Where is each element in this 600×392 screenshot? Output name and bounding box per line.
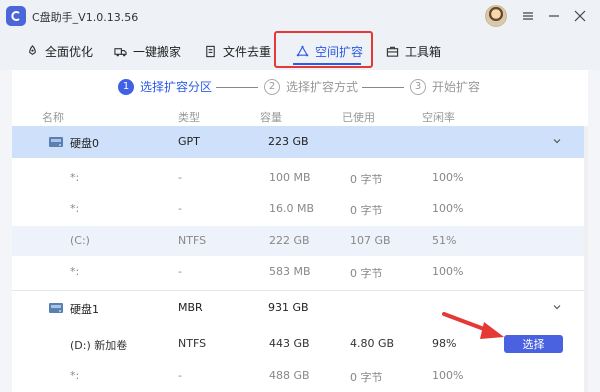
partition-used: 0 字节 xyxy=(350,204,383,217)
disk-row[interactable]: 硬盘0 GPT 223 GB xyxy=(12,126,588,158)
partition-capacity: 488 GB xyxy=(269,369,310,382)
chevron-down-icon[interactable] xyxy=(552,136,562,146)
disk-capacity: 223 GB xyxy=(268,135,309,148)
partition-capacity: 16.0 MB xyxy=(269,202,315,215)
disk-type: MBR xyxy=(178,301,203,314)
step-1-number: 1 xyxy=(118,78,134,95)
partition-type: - xyxy=(178,202,182,215)
partition-name: *: xyxy=(70,171,80,184)
active-tab-indicator xyxy=(293,63,361,65)
partition-capacity: 100 MB xyxy=(269,171,311,184)
title-bar: C盘助手_V1.0.13.56 xyxy=(0,0,600,32)
user-avatar[interactable] xyxy=(485,5,507,27)
partition-row[interactable]: (C:) NTFS 222 GB 107 GB 51% xyxy=(12,226,588,256)
menu-icon[interactable] xyxy=(518,6,538,26)
col-capacity: 容量 xyxy=(260,111,282,124)
partition-name: *: xyxy=(70,369,80,382)
tab-optimize-label: 全面优化 xyxy=(45,44,94,59)
partition-free: 100% xyxy=(432,202,464,215)
partition-used: 4.80 GB xyxy=(350,337,395,350)
step-3-number: 3 xyxy=(410,78,426,95)
partition-free: 100% xyxy=(432,171,464,184)
partition-capacity: 222 GB xyxy=(269,234,310,247)
tab-toolbox[interactable]: 工具箱 xyxy=(386,40,441,62)
partition-type: - xyxy=(178,171,182,184)
partition-type: NTFS xyxy=(178,337,207,350)
tab-expand[interactable]: 空间扩容 xyxy=(296,40,363,62)
disk-name: 硬盘1 xyxy=(70,303,99,316)
col-free: 空闲率 xyxy=(422,111,455,124)
step-connector xyxy=(216,87,258,88)
disk-icon xyxy=(49,137,63,147)
partition-row[interactable]: *: - 488 GB 0 字节 100% xyxy=(12,361,588,391)
minimize-icon[interactable] xyxy=(544,6,564,26)
disk-type: GPT xyxy=(178,135,200,148)
table-header: 名称 类型 容量 已使用 空闲率 xyxy=(12,106,588,124)
disk-icon xyxy=(49,303,63,313)
step-1-label: 选择扩容分区 xyxy=(140,80,213,94)
partition-type: NTFS xyxy=(178,234,207,247)
col-used: 已使用 xyxy=(342,111,375,124)
partition-row[interactable]: *: - 583 MB 0 字节 100% xyxy=(12,257,588,287)
disk-capacity: 931 GB xyxy=(268,301,309,314)
content-panel: 1 选择扩容分区 2 选择扩容方式 3 开始扩容 名称 类型 容量 已使用 空闲… xyxy=(12,70,588,392)
partition-capacity: 443 GB xyxy=(269,337,310,350)
partition-used: 0 字节 xyxy=(350,267,383,280)
rocket-icon xyxy=(29,44,36,55)
step-2: 2 选择扩容方式 xyxy=(264,78,358,95)
truck-icon xyxy=(114,47,127,56)
app-title: C盘助手_V1.0.13.56 xyxy=(32,11,139,24)
tab-expand-label: 空间扩容 xyxy=(315,44,364,59)
tab-migrate[interactable]: 一键搬家 xyxy=(114,40,181,62)
app-logo-icon xyxy=(6,6,26,26)
step-3: 3 开始扩容 xyxy=(410,78,480,95)
partition-type: - xyxy=(178,265,182,278)
col-type: 类型 xyxy=(178,111,200,124)
partition-free: 51% xyxy=(432,234,457,247)
scrollbar[interactable] xyxy=(584,126,588,392)
partition-name: *: xyxy=(70,265,80,278)
partition-row[interactable]: *: - 16.0 MB 0 字节 100% xyxy=(12,194,588,224)
partition-capacity: 583 MB xyxy=(269,265,311,278)
expand-icon xyxy=(296,45,309,56)
file-icon xyxy=(206,45,215,57)
step-1: 1 选择扩容分区 xyxy=(118,78,212,95)
partition-free: 100% xyxy=(432,369,464,382)
col-name: 名称 xyxy=(42,111,64,124)
tab-migrate-label: 一键搬家 xyxy=(133,44,182,59)
chevron-down-icon[interactable] xyxy=(552,302,562,312)
partition-used: 107 GB xyxy=(350,234,391,247)
divider xyxy=(12,290,588,291)
partition-name: *: xyxy=(70,202,80,215)
close-icon[interactable] xyxy=(570,6,590,26)
tab-optimize[interactable]: 全面优化 xyxy=(26,40,93,62)
disk-name: 硬盘0 xyxy=(70,137,99,150)
toolbox-icon xyxy=(386,46,399,57)
tab-toolbox-label: 工具箱 xyxy=(405,44,442,59)
step-2-label: 选择扩容方式 xyxy=(286,80,359,94)
partition-row[interactable]: (D:) 新加卷 NTFS 443 GB 4.80 GB 98% 选择 xyxy=(12,329,588,359)
partition-free: 98% xyxy=(432,337,457,350)
partition-used: 0 字节 xyxy=(350,173,383,186)
tab-dedupe-label: 文件去重 xyxy=(223,44,272,59)
partition-name: (C:) xyxy=(70,234,90,247)
partition-type: - xyxy=(178,369,182,382)
step-3-label: 开始扩容 xyxy=(432,80,481,94)
tab-dedupe[interactable]: 文件去重 xyxy=(204,40,271,62)
disk-row[interactable]: 硬盘1 MBR 931 GB xyxy=(12,292,588,324)
partition-used: 0 字节 xyxy=(350,371,383,384)
partition-free: 100% xyxy=(432,265,464,278)
select-button[interactable]: 选择 xyxy=(504,335,563,353)
stepper: 1 选择扩容分区 2 选择扩容方式 3 开始扩容 xyxy=(12,76,588,100)
step-2-number: 2 xyxy=(264,78,280,95)
partition-name: (D:) 新加卷 xyxy=(70,339,128,352)
step-connector xyxy=(362,87,404,88)
partition-row[interactable]: *: - 100 MB 0 字节 100% xyxy=(12,163,588,193)
